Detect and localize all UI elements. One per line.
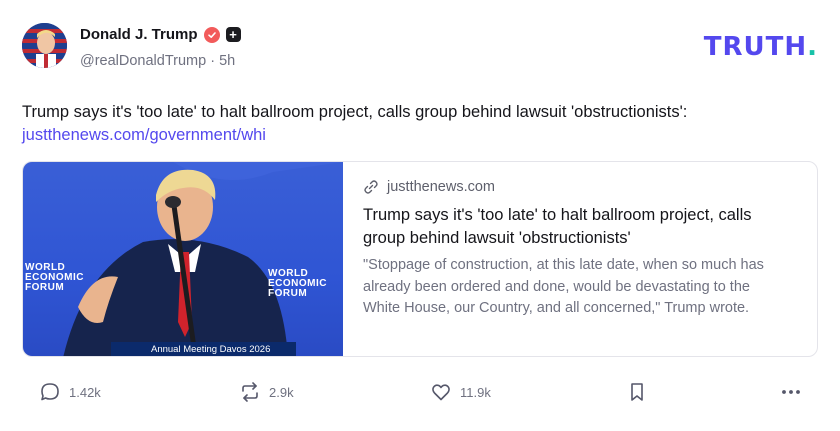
heart-icon: [432, 384, 450, 401]
author-display-name[interactable]: Donald J. Trump: [80, 26, 198, 43]
post-time[interactable]: 5h: [219, 53, 235, 69]
meta-separator: ·: [210, 53, 216, 69]
more-icon: [782, 390, 800, 394]
retruth-count: 2.9k: [269, 384, 294, 400]
bookmark-icon: [631, 383, 643, 401]
comment-icon: [41, 383, 59, 401]
wef-logo-left: WORLD ECONOMIC FORUM: [25, 262, 84, 293]
reply-count: 1.42k: [69, 384, 101, 400]
link-preview-title: Trump says it's 'too late' to halt ballr…: [363, 206, 752, 247]
brand-dot: .: [807, 32, 818, 62]
link-preview-image: WORLD ECONOMIC FORUM WORLD ECONOMIC FORU…: [23, 162, 343, 356]
link-preview-domain: justthenews.com: [387, 179, 495, 195]
author-name-row: Donald J. Trump +: [80, 26, 241, 43]
verified-badge-icon: [203, 26, 220, 43]
link-preview-domain-row: justthenews.com: [363, 179, 817, 195]
post-body: Trump says it's 'too late' to halt ballr…: [22, 101, 822, 147]
post-actions: 1.42k 2.9k 11.9k: [22, 381, 818, 405]
wef-logo-right: WORLD ECONOMIC FORUM: [268, 268, 327, 299]
like-button[interactable]: 11.9k: [430, 381, 491, 403]
post-link[interactable]: justthenews.com/government/whi: [22, 124, 822, 147]
link-preview-body: justthenews.com Trump says it's 'too lat…: [343, 162, 817, 356]
brand-name: TRUTH: [703, 32, 808, 62]
like-count: 11.9k: [460, 384, 491, 400]
author-meta: @realDonaldTrump · 5h: [80, 53, 235, 69]
link-preview-description: "Stoppage of construction, at this late …: [363, 257, 764, 316]
link-icon: [364, 180, 378, 194]
reply-button[interactable]: 1.42k: [39, 381, 101, 403]
author-handle[interactable]: @realDonaldTrump: [80, 53, 206, 69]
truth-logo[interactable]: TRUTH.: [704, 32, 818, 62]
more-button[interactable]: [780, 381, 802, 403]
plus-badge-icon: +: [225, 27, 241, 42]
author-avatar[interactable]: [22, 23, 67, 68]
post-text: Trump says it's 'too late' to halt ballr…: [22, 103, 688, 121]
event-banner: Annual Meeting Davos 2026: [111, 342, 296, 356]
retruth-icon: [242, 382, 258, 402]
retruth-button[interactable]: 2.9k: [239, 381, 294, 403]
link-preview-card[interactable]: WORLD ECONOMIC FORUM WORLD ECONOMIC FORU…: [22, 161, 818, 357]
bookmark-button[interactable]: [627, 381, 647, 403]
